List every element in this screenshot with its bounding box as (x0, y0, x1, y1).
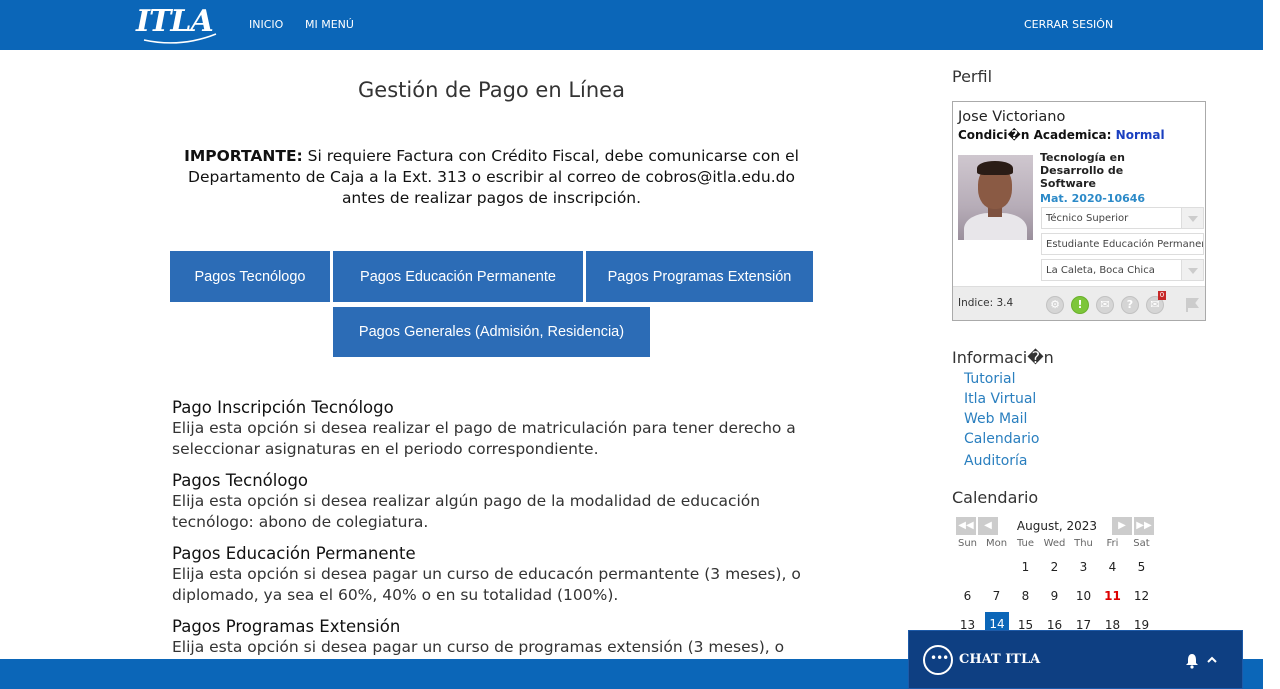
notice-label: IMPORTANTE: (184, 147, 303, 165)
logout-link[interactable]: CERRAR SESIÓN (1024, 18, 1113, 31)
section-programas-extension: Pagos Programas Extensión Elija esta opc… (172, 616, 822, 658)
notification-badge: 0 (1158, 291, 1166, 300)
next-year-button[interactable]: ▶▶ (1134, 517, 1154, 535)
chat-bubble-icon (923, 645, 953, 675)
dow-label: Fri (1106, 538, 1119, 549)
help-icon[interactable]: ? (1121, 296, 1139, 314)
calendar-day[interactable]: 4 (1098, 557, 1127, 577)
section-text: Elija esta opción si desea pagar un curs… (172, 565, 801, 604)
calendar-day[interactable]: 2 (1040, 557, 1069, 577)
matricula: Mat. 2020-10646 (1040, 192, 1146, 205)
campus-select-value: La Caleta, Boca Chica (1046, 265, 1155, 276)
calendar-day[interactable]: 6 (953, 586, 982, 606)
dow-label: Tue (1016, 538, 1035, 549)
mail-icon[interactable]: ✉ (1096, 296, 1114, 314)
nav-mi-menu[interactable]: MI MENÚ (305, 18, 354, 31)
calendar-day[interactable]: 9 (1040, 586, 1069, 606)
avatar (958, 155, 1033, 240)
section-title: Pagos Educación Permanente (172, 544, 416, 563)
alert-icon[interactable]: ! (1071, 296, 1089, 314)
chevron-down-icon (1181, 260, 1203, 280)
calendar-month: August, 2023 (1016, 519, 1098, 533)
section-pagos-tecnologo: Pagos Tecnólogo Elija esta opción si des… (172, 470, 822, 533)
chat-label: CHAT ITLA (959, 652, 1041, 667)
top-navbar: ITLA INICIO MI MENÚ CERRAR SESIÓN (0, 0, 1263, 50)
tutorial-link[interactable]: Tutorial (964, 371, 1015, 387)
section-title: Pagos Tecnólogo (172, 471, 309, 490)
section-text: Elija esta opción si desea realizar algú… (172, 492, 761, 531)
campus-select[interactable]: La Caleta, Boca Chica (1041, 259, 1204, 281)
settings-icon[interactable]: ⚙ (1046, 296, 1064, 314)
chevron-up-icon[interactable] (1207, 655, 1217, 665)
calendar-day[interactable]: 5 (1127, 557, 1156, 577)
profile-card: Jose Victoriano Condici�n Academica: Nor… (952, 101, 1206, 321)
dow-label: Sun (957, 538, 978, 549)
chat-widget[interactable]: CHAT ITLA (908, 630, 1243, 689)
chevron-down-icon (1181, 208, 1203, 228)
itla-logo[interactable]: ITLA (136, 4, 220, 46)
program-select-value: Técnico Superior (1046, 213, 1129, 224)
student-name: Jose Victoriano (958, 109, 1066, 125)
section-inscripcion-tecnologo: Pago Inscripción Tecnólogo Elija esta op… (172, 397, 822, 460)
calendar-day-today[interactable]: 11 (1098, 586, 1127, 606)
section-text: Elija esta opción si desea pagar un curs… (172, 638, 785, 656)
page-title: Gestión de Pago en Línea (358, 78, 625, 102)
condition-value: Normal (1115, 128, 1165, 142)
bell-icon[interactable] (1185, 653, 1199, 669)
dow-label: Mon (985, 538, 1008, 549)
important-notice: IMPORTANTE: Si requiere Factura con Créd… (170, 146, 813, 209)
next-month-button[interactable]: ▶ (1112, 517, 1132, 535)
dow-label: Wed (1043, 538, 1066, 549)
flag-icon[interactable] (1185, 297, 1199, 313)
pagos-educacion-permanente-button[interactable]: Pagos Educación Permanente (333, 251, 583, 302)
calendario-link[interactable]: Calendario (964, 431, 1039, 447)
career-name: Tecnología en Desarrollo de Software (1040, 151, 1125, 190)
dow-label: Thu (1074, 538, 1093, 549)
calendar-day[interactable]: 12 (1127, 586, 1156, 606)
section-title: Pagos Programas Extensión (172, 617, 401, 636)
calendar-day[interactable]: 1 (1011, 557, 1040, 577)
calendar-day[interactable]: 3 (1069, 557, 1098, 577)
prev-month-button[interactable]: ◀ (978, 517, 998, 535)
perfil-heading: Perfil (952, 67, 993, 86)
academic-index: Indice: 3.4 (958, 297, 1014, 309)
pagos-generales-button[interactable]: Pagos Generales (Admisión, Residencia) (333, 307, 650, 357)
info-heading: Informaci�n (952, 348, 1054, 367)
calendar-heading: Calendario (952, 488, 1039, 507)
section-title: Pago Inscripción Tecnólogo (172, 398, 394, 417)
auditoria-link[interactable]: Auditoría (964, 453, 1028, 469)
condition-label: Condici�n Academica: (958, 128, 1112, 142)
modality-select[interactable]: Estudiante Educación Permanente (1041, 233, 1204, 255)
dow-label: Sat (1133, 538, 1150, 549)
profile-footer: Indice: 3.4 ⚙ ! ✉ ? ✉ 0 (953, 286, 1205, 320)
modality-select-value: Estudiante Educación Permanente (1046, 239, 1204, 250)
program-select[interactable]: Técnico Superior (1041, 207, 1204, 229)
academic-condition: Condici�n Academica: Normal (958, 128, 1165, 142)
pagos-tecnologo-button[interactable]: Pagos Tecnólogo (170, 251, 330, 302)
calendar-day[interactable]: 8 (1011, 586, 1040, 606)
web-mail-link[interactable]: Web Mail (964, 411, 1027, 427)
calendar-day[interactable]: 10 (1069, 586, 1098, 606)
pagos-programas-extension-button[interactable]: Pagos Programas Extensión (586, 251, 813, 302)
section-educacion-permanente: Pagos Educación Permanente Elija esta op… (172, 543, 822, 606)
calendar-day[interactable]: 7 (982, 586, 1011, 606)
logo-swoosh-icon (143, 33, 217, 44)
nav-inicio[interactable]: INICIO (249, 18, 283, 31)
itla-virtual-link[interactable]: Itla Virtual (964, 391, 1036, 407)
section-text: Elija esta opción si desea realizar el p… (172, 419, 796, 458)
prev-year-button[interactable]: ◀◀ (956, 517, 976, 535)
